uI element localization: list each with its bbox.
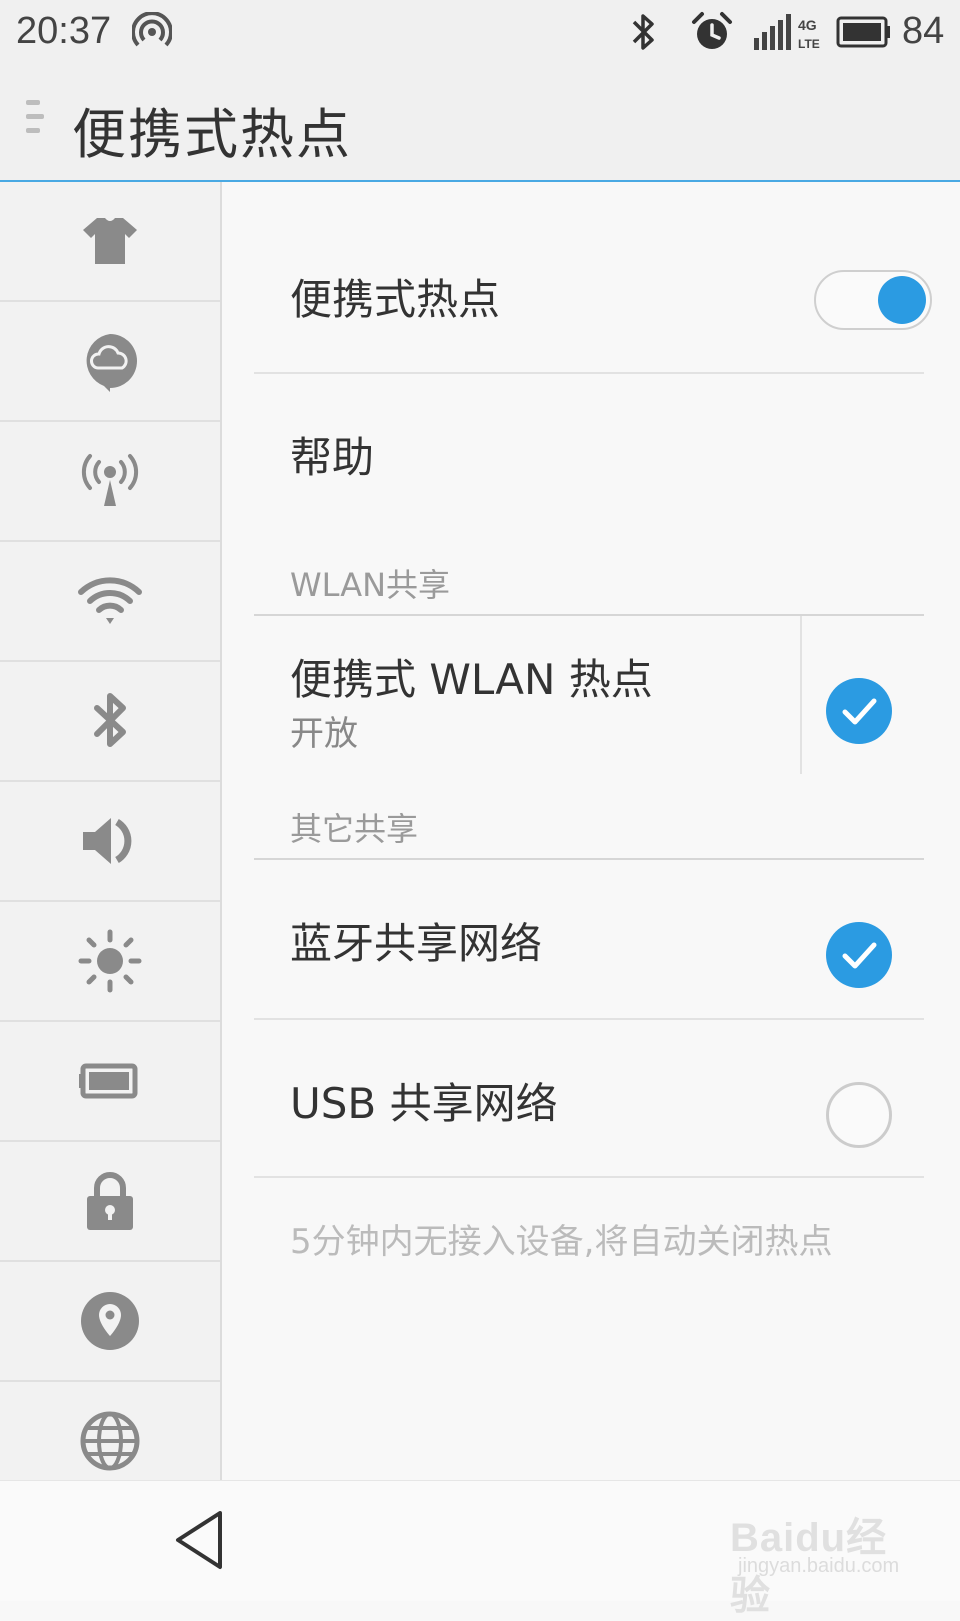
settings-content: 便携式热点 帮助 WLAN共享 便携式 WLAN 热点 开放 其它共享 蓝牙共享… xyxy=(218,182,960,1480)
wlan-hotspot-label: 便携式 WLAN 热点 xyxy=(290,655,653,704)
sidebar-item-wifi[interactable] xyxy=(0,542,220,662)
sidebar-item-battery[interactable] xyxy=(0,1022,220,1142)
status-time: 20:37 xyxy=(16,10,112,52)
sidebar-item-location[interactable] xyxy=(0,1262,220,1382)
wifi-icon xyxy=(78,577,142,624)
help-row[interactable]: 帮助 xyxy=(254,374,924,524)
sidebar-item-bluetooth[interactable] xyxy=(0,662,220,782)
bluetooth-status-icon xyxy=(632,14,654,50)
bluetooth-share-checkbox[interactable] xyxy=(826,922,892,988)
cloud-icon xyxy=(86,334,137,392)
battery-level: 84 xyxy=(902,10,945,52)
hotspot-antenna-icon xyxy=(81,454,139,506)
sidebar-item-theme[interactable] xyxy=(0,182,220,302)
watermark-url: jingyan.baidu.com xyxy=(738,1555,900,1577)
settings-sidebar xyxy=(0,182,222,1480)
usb-share-row[interactable]: USB 共享网络 xyxy=(254,1020,924,1176)
sound-icon xyxy=(83,818,132,864)
hotspot-toggle-switch[interactable] xyxy=(814,270,932,330)
sidebar-item-hotspot[interactable] xyxy=(0,422,220,542)
alarm-status-icon xyxy=(692,12,732,49)
back-triangle-icon[interactable] xyxy=(170,1507,236,1573)
hotspot-toggle-row[interactable]: 便携式热点 xyxy=(254,182,932,376)
other-section-header: 其它共享 xyxy=(290,810,419,848)
menu-icon[interactable] xyxy=(26,100,44,144)
wlan-hotspot-security: 开放 xyxy=(290,714,358,754)
title-bar: 便携式热点 xyxy=(0,64,960,182)
wlan-section-header: WLAN共享 xyxy=(290,566,451,604)
svg-text:LTE: LTE xyxy=(798,37,820,51)
wlan-hotspot-checkbox[interactable] xyxy=(826,678,892,744)
brightness-icon xyxy=(78,929,142,993)
battery-icon xyxy=(79,1063,138,1099)
sidebar-item-lock[interactable] xyxy=(0,1142,220,1262)
sidebar-item-language[interactable] xyxy=(0,1382,220,1480)
hotspot-status-icon xyxy=(132,12,172,47)
svg-text:4G: 4G xyxy=(798,17,817,33)
hotspot-toggle-label: 便携式热点 xyxy=(290,275,501,324)
usb-share-label: USB 共享网络 xyxy=(290,1079,558,1128)
status-bar: 20:37 4G LTE 84 xyxy=(0,0,960,64)
vertical-separator xyxy=(800,616,802,774)
divider xyxy=(254,1176,924,1178)
help-label: 帮助 xyxy=(290,433,375,482)
globe-icon xyxy=(80,1411,140,1471)
auto-off-hint: 5分钟内无接入设备,将自动关闭热点 xyxy=(290,1222,833,1262)
sidebar-item-cloud[interactable] xyxy=(0,302,220,422)
bluetooth-icon xyxy=(94,693,126,747)
navigation-bar: Baidu经验 jingyan.baidu.com xyxy=(0,1480,960,1618)
sidebar-item-sound[interactable] xyxy=(0,782,220,902)
sidebar-item-brightness[interactable] xyxy=(0,902,220,1022)
bluetooth-share-row[interactable]: 蓝牙共享网络 xyxy=(254,860,924,1018)
usb-share-checkbox[interactable] xyxy=(826,1082,892,1148)
lock-icon xyxy=(87,1172,133,1230)
checkmark-icon xyxy=(842,698,877,725)
toggle-knob xyxy=(878,276,926,324)
checkmark-icon xyxy=(842,942,877,969)
baidu-watermark: Baidu经验 jingyan.baidu.com xyxy=(730,1505,910,1618)
location-icon xyxy=(81,1292,139,1350)
signal-status-icon: 4G LTE xyxy=(754,14,820,51)
theme-shirt-icon xyxy=(83,218,137,264)
wlan-hotspot-row[interactable]: 便携式 WLAN 热点 开放 xyxy=(254,616,924,774)
bluetooth-share-label: 蓝牙共享网络 xyxy=(290,919,543,968)
battery-status-icon xyxy=(836,16,890,48)
page-title: 便携式热点 xyxy=(72,103,352,166)
